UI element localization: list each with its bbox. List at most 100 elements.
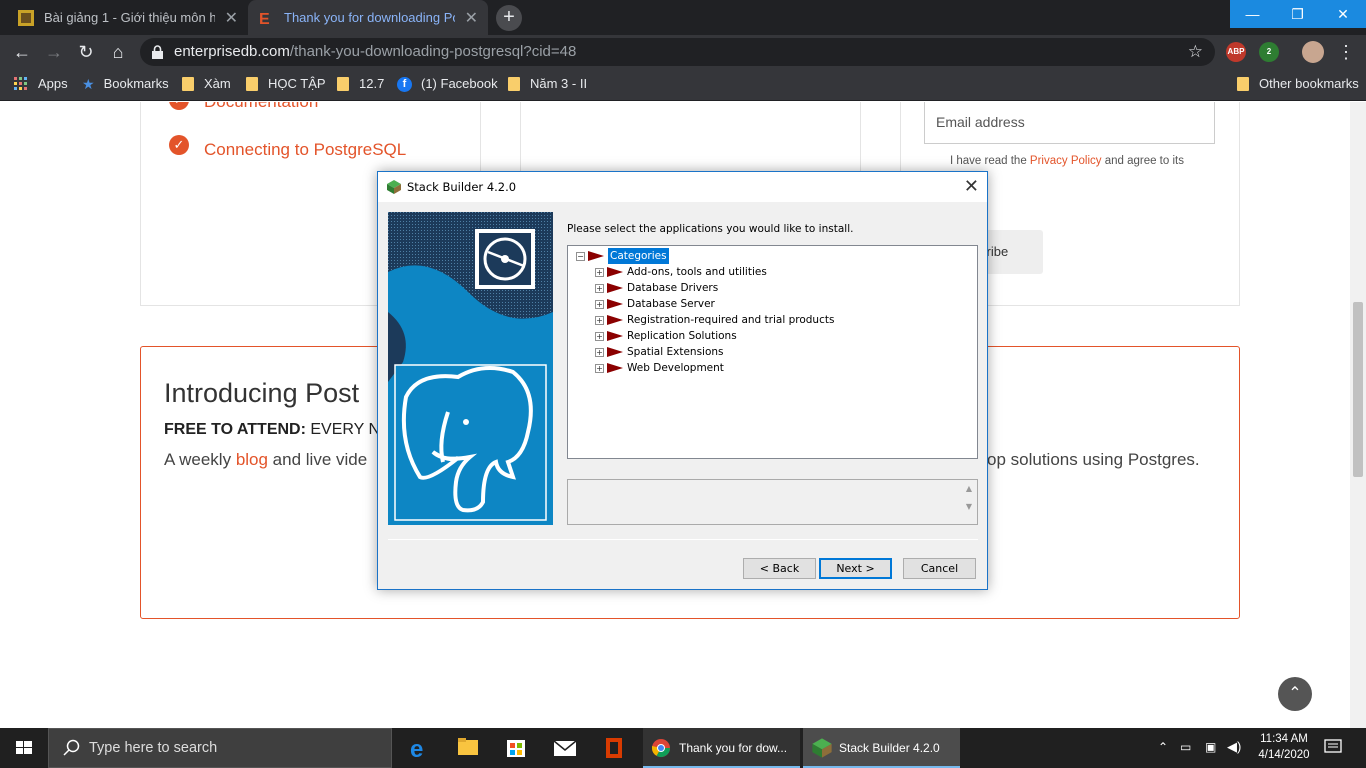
volume-icon[interactable]: ◀) bbox=[1227, 739, 1241, 755]
tree-category-item[interactable]: + Web Development bbox=[595, 360, 724, 376]
category-flag-icon bbox=[607, 267, 623, 277]
promo-description: A weekly blog and live vide bbox=[164, 450, 367, 470]
check-circle-icon: ✓ bbox=[169, 135, 189, 155]
expand-icon[interactable]: + bbox=[595, 315, 604, 325]
category-flag-icon bbox=[607, 363, 623, 373]
bookmark-label: Bookmarks bbox=[103, 76, 169, 91]
profile-avatar[interactable] bbox=[1302, 41, 1324, 63]
dialog-titlebar[interactable]: Stack Builder 4.2.0 ✕ bbox=[378, 172, 987, 202]
promo-line-mid: and live vide bbox=[267, 450, 368, 469]
tree-root[interactable]: − Categories bbox=[576, 248, 669, 264]
stack-builder-dialog: Stack Builder 4.2.0 ✕ Please select the … bbox=[377, 171, 988, 590]
expand-icon[interactable]: + bbox=[595, 363, 604, 373]
bookmark-facebook[interactable]: f (1) Facebook bbox=[397, 69, 498, 99]
folder-icon bbox=[1237, 77, 1249, 91]
tree-category-item[interactable]: + Database Drivers bbox=[595, 280, 718, 296]
home-icon[interactable]: ⌂ bbox=[106, 40, 130, 64]
star-icon: ★ bbox=[82, 76, 95, 92]
tab-close-icon[interactable]: ✕ bbox=[465, 8, 478, 28]
notifications-icon[interactable] bbox=[1324, 739, 1342, 755]
tab-title: Thank you for downloading Postgr bbox=[284, 10, 455, 25]
tree-category-item[interactable]: + Spatial Extensions bbox=[595, 344, 724, 360]
tab-close-icon[interactable]: ✕ bbox=[225, 8, 238, 28]
bookmark-star-icon[interactable]: ☆ bbox=[1188, 38, 1203, 66]
tab-enterprisedb[interactable]: E Thank you for downloading Postgr ✕ bbox=[248, 0, 488, 35]
scroll-to-top-button[interactable]: ⌃ bbox=[1278, 677, 1312, 711]
connecting-link[interactable]: Connecting to PostgreSQL bbox=[204, 140, 406, 160]
bookmark-folder-xam[interactable]: Xàm bbox=[182, 69, 231, 99]
taskbar-stack-builder-app[interactable]: Stack Builder 4.2.0 bbox=[803, 728, 960, 768]
category-flag-icon bbox=[607, 299, 623, 309]
tree-category-item[interactable]: + Registration-required and trial product… bbox=[595, 312, 834, 328]
expand-icon[interactable]: + bbox=[595, 267, 604, 277]
adblock-extension-icon[interactable]: ABP bbox=[1226, 42, 1246, 62]
shield-extension-icon[interactable]: 2 bbox=[1259, 42, 1279, 62]
taskbar-clock[interactable]: 11:34 AM 4/14/2020 bbox=[1252, 731, 1316, 763]
bookmark-bookmarks[interactable]: ★ Bookmarks bbox=[82, 69, 169, 99]
scroll-thumb[interactable] bbox=[1353, 302, 1363, 477]
dialog-close-icon[interactable]: ✕ bbox=[964, 176, 979, 197]
cancel-button[interactable]: Cancel bbox=[903, 558, 976, 579]
bookmark-label: (1) Facebook bbox=[421, 76, 498, 91]
category-flag-icon bbox=[607, 331, 623, 341]
reload-icon[interactable]: ↻ bbox=[74, 40, 98, 64]
page-scrollbar[interactable] bbox=[1350, 102, 1366, 728]
bookmark-folder-nam-3[interactable]: Năm 3 - II bbox=[508, 69, 587, 99]
mail-icon[interactable] bbox=[541, 728, 589, 768]
category-tree[interactable]: − Categories + Add-ons, tools and utiliti… bbox=[567, 245, 978, 459]
bookmark-folder-12-7[interactable]: 12.7 bbox=[337, 69, 384, 99]
bookmark-folder-hoc-tap[interactable]: HỌC TẬP bbox=[246, 69, 326, 99]
apps-grid-icon bbox=[14, 77, 27, 90]
email-input[interactable]: Email address bbox=[924, 102, 1215, 144]
window-close-button[interactable]: ✕ bbox=[1320, 0, 1366, 28]
tree-category-item[interactable]: + Replication Solutions bbox=[595, 328, 737, 344]
chevron-up-icon[interactable]: ⌃ bbox=[1158, 740, 1168, 754]
expand-icon[interactable]: + bbox=[595, 283, 604, 293]
browser-toolbar: ← → ↻ ⌂ enterprisedb.com/thank-you-downl… bbox=[0, 35, 1366, 69]
office-icon[interactable] bbox=[590, 728, 638, 768]
taskbar-app-label: Thank you for dow... bbox=[679, 741, 788, 755]
file-explorer-icon[interactable] bbox=[444, 728, 492, 768]
promo-sub-rest: EVERY N bbox=[305, 421, 381, 438]
expand-icon[interactable]: + bbox=[595, 347, 604, 357]
privacy-policy-link[interactable]: Privacy Policy bbox=[1030, 155, 1102, 167]
maximize-button[interactable]: ❐ bbox=[1275, 0, 1320, 28]
svg-text:e: e bbox=[410, 736, 423, 763]
back-button[interactable]: < Back bbox=[743, 558, 816, 579]
tab-lecture[interactable]: Bài giảng 1 - Giới thiệu môn học ✕ bbox=[8, 0, 248, 35]
tree-category-item[interactable]: + Database Server bbox=[595, 296, 715, 312]
clock-time: 11:34 AM bbox=[1260, 733, 1308, 745]
tree-category-label: Database Drivers bbox=[627, 282, 719, 294]
other-bookmarks[interactable]: Other bookmarks bbox=[1237, 69, 1359, 99]
category-flag-icon bbox=[607, 315, 623, 325]
forward-arrow-icon[interactable]: → bbox=[42, 40, 66, 64]
windows-start-icon[interactable] bbox=[0, 728, 48, 768]
blog-link[interactable]: blog bbox=[236, 450, 268, 469]
edb-favicon-icon: E bbox=[259, 11, 270, 26]
bookmark-label: HỌC TẬP bbox=[268, 76, 326, 91]
taskbar-chrome-app[interactable]: Thank you for dow... bbox=[643, 728, 800, 768]
address-bar[interactable]: enterprisedb.com/thank-you-downloading-p… bbox=[140, 38, 1215, 66]
expand-icon[interactable]: + bbox=[595, 331, 604, 341]
back-arrow-icon[interactable]: ← bbox=[10, 40, 34, 64]
description-scrollbar[interactable]: ▲ ▼ bbox=[961, 480, 977, 524]
battery-icon[interactable]: ▭ bbox=[1180, 740, 1191, 754]
expand-icon[interactable]: + bbox=[595, 299, 604, 309]
menu-kebab-icon[interactable]: ⋮ bbox=[1334, 40, 1358, 64]
tree-category-item[interactable]: + Add-ons, tools and utilities bbox=[595, 264, 767, 280]
promo-line-start: A weekly bbox=[164, 450, 236, 469]
collapse-icon[interactable]: − bbox=[576, 251, 585, 261]
url-path: /thank-you-downloading-postgresql?cid=48 bbox=[289, 43, 577, 60]
minimize-button[interactable]: — bbox=[1230, 0, 1275, 28]
edge-icon[interactable]: e bbox=[396, 728, 444, 768]
next-button[interactable]: Next > bbox=[819, 558, 892, 579]
store-icon[interactable] bbox=[492, 728, 540, 768]
elephant-logo-icon bbox=[388, 212, 553, 525]
search-placeholder: Type here to search bbox=[89, 740, 218, 756]
bookmark-apps[interactable]: Apps bbox=[14, 69, 68, 99]
new-tab-button[interactable]: + bbox=[496, 5, 522, 31]
stack-builder-icon bbox=[387, 180, 401, 194]
taskbar-search[interactable]: Type here to search bbox=[48, 728, 392, 768]
documentation-link[interactable]: Documentation bbox=[204, 102, 318, 112]
network-icon[interactable]: ▣ bbox=[1205, 740, 1216, 754]
